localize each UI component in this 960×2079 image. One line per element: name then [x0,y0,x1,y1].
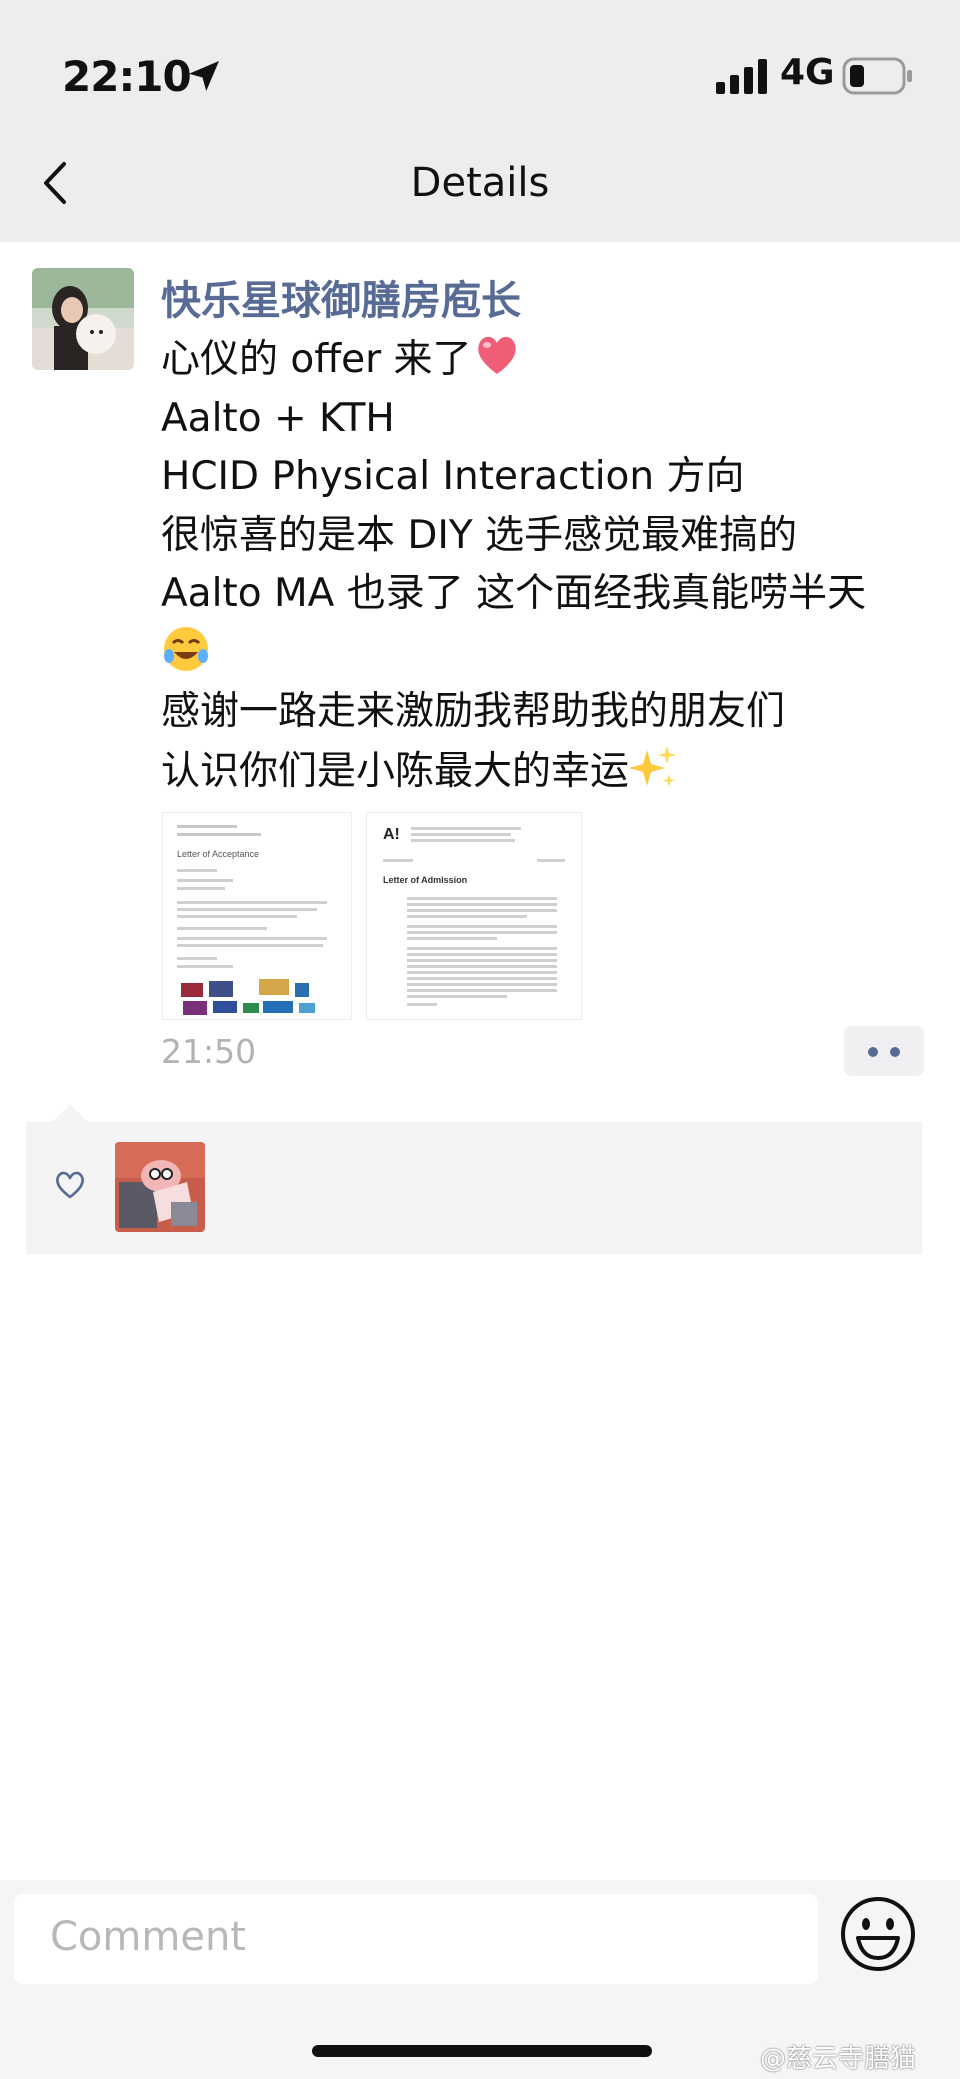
sparkles-emoji-icon [629,745,677,787]
status-time: 22:10 [62,52,192,101]
network-type: 4G [780,52,835,93]
post-text: 心仪的 offer 来了 Aalto + KTH HCID Physical I… [161,330,866,801]
watermark: @慈云寺膳猫 [760,2044,917,2074]
smiley-icon[interactable] [838,1894,918,1974]
signal-bars-icon [716,59,767,94]
post-time: 21:50 [161,1032,257,1071]
post-line: 认识你们是小陈最大的幸运 [161,742,866,802]
more-actions-button[interactable] [844,1026,924,1076]
author-name[interactable]: 快乐星球御膳房庖长 [161,268,521,326]
post-line [161,624,866,684]
post-line: 心仪的 offer 来了 [161,330,866,390]
liker-avatar[interactable] [115,1142,205,1232]
dot-icon [890,1047,900,1057]
page-title: Details [410,160,550,206]
post-image-admission-letter[interactable]: A! Letter of Admission [366,812,582,1020]
red-heart-emoji-icon [477,336,516,374]
likes-pointer [52,1104,88,1122]
post-line: 感谢一路走来激励我帮助我的朋友们 [161,689,786,734]
admission-letter-heading: Letter of Admission [383,875,467,885]
post-line: 很惊喜的是本 DIY 选手感觉最难搞的 [161,512,798,558]
home-indicator [312,2045,652,2057]
crying-laughing-emoji-icon [164,626,208,671]
comment-placeholder: Comment [50,1914,246,1960]
battery-icon [842,57,912,95]
post-line: Aalto MA 也录了 这个面经我真能唠半天 [161,571,867,616]
post-image-acceptance-letter[interactable]: Letter of Acceptance [162,812,352,1020]
aalto-logo: A! [383,826,400,843]
post-line: Aalto + KTH [161,395,395,441]
post-line: HCID Physical Interaction 方向 [161,454,745,499]
author-avatar[interactable] [32,268,134,370]
heart-outline-icon [56,1171,84,1199]
acceptance-letter-heading: Letter of Acceptance [177,849,259,859]
dot-icon [868,1047,878,1057]
location-arrow-icon [189,61,219,91]
